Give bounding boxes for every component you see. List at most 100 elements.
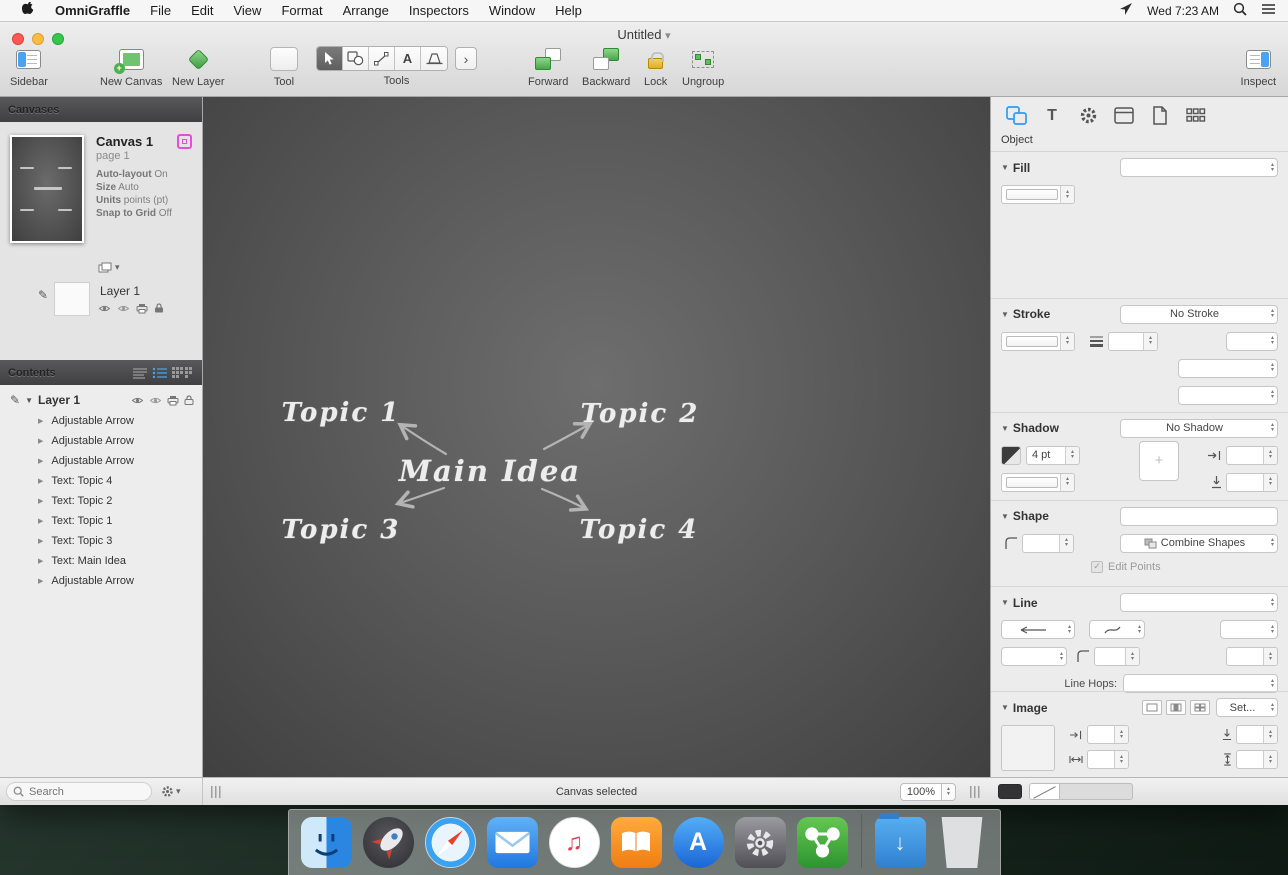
menu-file[interactable]: File	[140, 3, 181, 18]
sidebar-action-menu[interactable]: ▾	[161, 785, 181, 798]
line-radius-field[interactable]	[1094, 647, 1140, 666]
more-tools-button[interactable]: ›	[455, 47, 477, 70]
stroke-style-popup[interactable]	[1226, 332, 1278, 351]
list-view-icon[interactable]	[132, 367, 148, 379]
combine-shapes-popup[interactable]: Combine Shapes	[1120, 534, 1278, 553]
tree-item[interactable]: ▶Text: Topic 4	[0, 471, 202, 491]
disclosure-open-icon[interactable]: ▼	[1001, 424, 1009, 433]
fill-type-popup[interactable]	[1120, 158, 1278, 177]
disclosure-closed-icon[interactable]: ▶	[38, 477, 43, 485]
image-well[interactable]	[1001, 725, 1055, 771]
dock-safari-icon[interactable]	[425, 817, 476, 868]
outline-view-icon[interactable]	[152, 367, 168, 379]
toolbar-forward-button[interactable]: Forward	[528, 46, 568, 88]
image-set-popup[interactable]: Set...	[1216, 698, 1278, 717]
shadow-type-popup[interactable]: No Shadow	[1120, 419, 1278, 438]
print-icon[interactable]	[167, 395, 179, 406]
tab-document-inspector[interactable]	[1149, 105, 1171, 127]
edit-points-checkbox[interactable]: ✓	[1091, 561, 1103, 573]
canvas-list-item[interactable]: Canvas 1 page 1 Auto-layout On Size Auto…	[0, 122, 202, 360]
toolbar-lock-button[interactable]: Lock	[644, 46, 667, 88]
dock-launchpad-icon[interactable]	[363, 817, 414, 868]
layers-disclosure-button[interactable]: ▾	[98, 262, 120, 273]
menu-format[interactable]: Format	[271, 3, 332, 18]
zoom-control[interactable]: 100% ▲▼	[900, 783, 956, 801]
dock-ibooks-icon[interactable]	[611, 817, 662, 868]
pane-resize-grip[interactable]	[211, 786, 221, 798]
stroke-type-popup[interactable]: No Stroke	[1120, 305, 1278, 324]
disclosure-closed-icon[interactable]: ▶	[38, 437, 43, 445]
node-main-idea[interactable]: Main Idea	[399, 454, 581, 488]
pane-resize-grip[interactable]	[970, 786, 980, 798]
disclosure-closed-icon[interactable]: ▶	[38, 557, 43, 565]
zoom-stepper[interactable]: ▲▼	[942, 783, 956, 801]
corner-radius-field[interactable]	[1022, 534, 1074, 553]
image-offset-y-field[interactable]	[1236, 725, 1278, 744]
menu-edit[interactable]: Edit	[181, 3, 223, 18]
tree-item[interactable]: ▶Text: Topic 2	[0, 491, 202, 511]
menu-inspectors[interactable]: Inspectors	[399, 3, 479, 18]
disclosure-closed-icon[interactable]: ▶	[38, 497, 43, 505]
tree-item[interactable]: ▶Text: Topic 1	[0, 511, 202, 531]
selection-tool-button[interactable]	[317, 47, 343, 70]
line-type-popup[interactable]	[1120, 593, 1278, 612]
apple-menu-icon[interactable]	[12, 2, 45, 20]
disclosure-closed-icon[interactable]: ▶	[38, 517, 43, 525]
tab-stencils-inspector[interactable]	[1185, 105, 1207, 127]
notification-center-icon[interactable]	[1261, 3, 1276, 18]
menu-view[interactable]: View	[223, 3, 271, 18]
line-jump-field[interactable]	[1226, 647, 1278, 666]
image-mode-tile-button[interactable]	[1190, 700, 1210, 715]
window-title[interactable]: Untitled	[617, 27, 661, 42]
stroke-quick-swatch[interactable]	[1029, 783, 1133, 800]
line-end-arrowhead-popup[interactable]	[1220, 620, 1278, 639]
line-curve-popup[interactable]	[1089, 620, 1145, 639]
visible-eye-icon[interactable]	[131, 396, 144, 405]
disclosure-open-icon[interactable]: ▼	[1001, 310, 1009, 319]
tree-layer-label[interactable]: Layer 1	[38, 393, 80, 407]
toolbar-inspect-button[interactable]: Inspect	[1241, 46, 1276, 88]
location-services-icon[interactable]	[1119, 2, 1133, 19]
node-topic-4[interactable]: Topic 4	[580, 515, 699, 545]
tree-item[interactable]: ▶Adjustable Arrow	[0, 411, 202, 431]
tab-object-inspector[interactable]	[1005, 105, 1027, 127]
app-menu[interactable]: OmniGraffle	[45, 3, 140, 18]
disclosure-closed-icon[interactable]: ▶	[38, 577, 43, 585]
disclosure-open-icon[interactable]: ▼	[1001, 598, 1009, 607]
shadow-color-well[interactable]	[1001, 473, 1075, 492]
disclosure-open-icon[interactable]: ▼	[1001, 163, 1009, 172]
toolbar-sidebar-button[interactable]: Sidebar	[10, 46, 48, 88]
drawing-canvas[interactable]: Topic 1 Topic 2 Main Idea Topic 3 Topic …	[203, 97, 990, 777]
tree-layer-row[interactable]: ✎ ▼ Layer 1	[0, 389, 202, 411]
tab-properties-inspector[interactable]	[1077, 105, 1099, 127]
tree-item[interactable]: ▶Text: Main Idea	[0, 551, 202, 571]
disclosure-open-icon[interactable]: ▼	[1001, 703, 1009, 712]
dock-omnigraffle-icon[interactable]	[797, 817, 848, 868]
line-start-arrowhead-popup[interactable]	[1001, 620, 1075, 639]
zoom-value[interactable]: 100%	[900, 783, 942, 801]
stroke-width-field[interactable]	[1108, 332, 1158, 351]
dock-finder-icon[interactable]	[301, 817, 352, 868]
grid-view-icon[interactable]	[172, 367, 194, 379]
canvas-thumbnail[interactable]	[10, 135, 84, 243]
dock-appstore-icon[interactable]: A	[673, 817, 724, 868]
node-topic-3[interactable]: Topic 3	[282, 515, 401, 545]
shape-name-field[interactable]	[1120, 507, 1278, 526]
search-input[interactable]	[6, 782, 152, 801]
disclosure-closed-icon[interactable]: ▶	[38, 537, 43, 545]
tree-item[interactable]: ▶Adjustable Arrow	[0, 431, 202, 451]
toolbar-ungroup-button[interactable]: Ungroup	[682, 46, 724, 88]
image-mode-natural-button[interactable]	[1142, 700, 1162, 715]
dock-system-preferences-icon[interactable]	[735, 817, 786, 868]
stroke-color-well[interactable]	[1001, 332, 1075, 351]
preview-eye-icon[interactable]	[149, 396, 162, 405]
tab-type-inspector[interactable]: T	[1041, 105, 1063, 127]
spotlight-icon[interactable]	[1233, 2, 1247, 19]
print-icon[interactable]	[136, 303, 148, 314]
menubar-clock[interactable]: Wed 7:23 AM	[1147, 4, 1219, 18]
preview-eye-icon[interactable]	[117, 304, 130, 313]
shadow-offset-pad[interactable]	[1139, 441, 1179, 481]
menu-help[interactable]: Help	[545, 3, 592, 18]
node-topic-1[interactable]: Topic 1	[282, 398, 401, 428]
toolbar-new-canvas-button[interactable]: + New Canvas	[100, 46, 162, 88]
